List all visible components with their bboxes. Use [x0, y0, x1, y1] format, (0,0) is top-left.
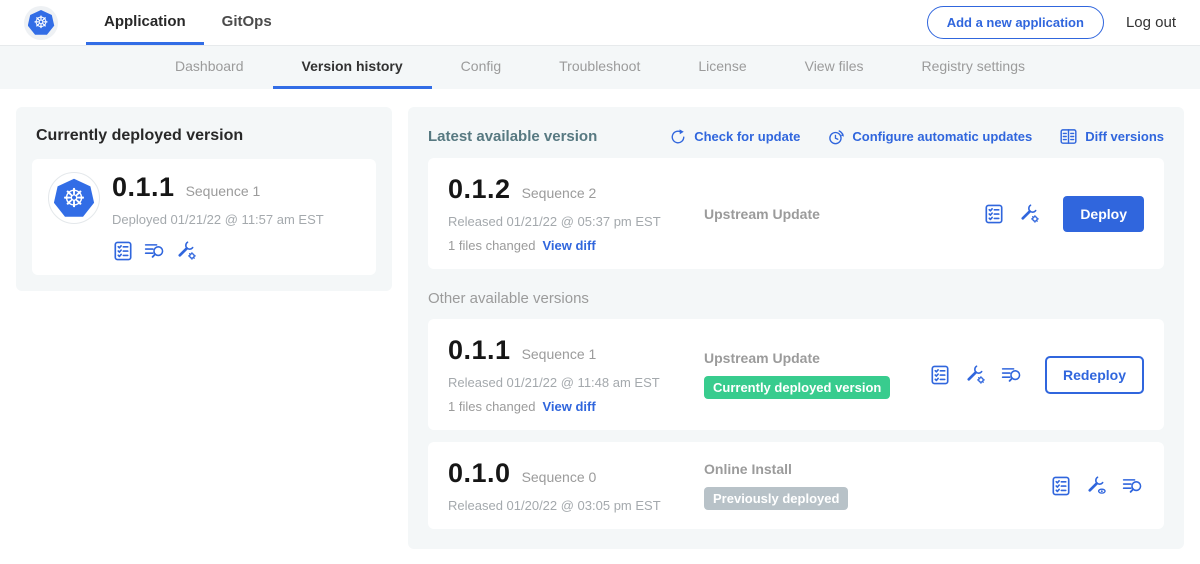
check-for-update-label: Check for update [694, 129, 800, 144]
latest-available-title: Latest available version [428, 128, 597, 145]
configure-automatic-updates-label: Configure automatic updates [852, 129, 1032, 144]
files-changed-label: 1 files changed [448, 399, 535, 414]
logout-button[interactable]: Log out [1126, 14, 1176, 31]
deployed-panel-title: Currently deployed version [36, 127, 372, 145]
deploy-logs-icon[interactable] [143, 240, 166, 261]
deploy-logs-icon[interactable] [1121, 475, 1144, 496]
app-header: ☸ Application GitOps Add a new applicati… [0, 0, 1200, 46]
version-number: 0.1.1 [448, 335, 511, 366]
released-timestamp: Released 01/21/22 @ 05:37 pm EST [448, 214, 704, 229]
version-history-panel: Latest available version Check for updat… [408, 107, 1184, 549]
config-wrench-icon[interactable] [1018, 202, 1041, 225]
configure-automatic-updates-link[interactable]: Configure automatic updates [827, 128, 1032, 146]
tab-gitops[interactable]: GitOps [204, 0, 290, 45]
subnav-license[interactable]: License [669, 46, 775, 89]
header-tabs: Application GitOps [86, 0, 290, 45]
kubernetes-logo: ☸ [24, 6, 58, 40]
subnav-view-files[interactable]: View files [776, 46, 893, 89]
header-right: Add a new application Log out [927, 0, 1176, 45]
released-timestamp: Released 01/21/22 @ 11:48 am EST [448, 375, 704, 390]
previously-deployed-badge: Previously deployed [704, 487, 848, 510]
deployed-version-card: ☸ 0.1.1 Sequence 1 Deployed 01/21/22 @ 1… [32, 159, 376, 275]
version-card-0-1-2: 0.1.2 Sequence 2 Released 01/21/22 @ 05:… [428, 158, 1164, 269]
currently-deployed-badge: Currently deployed version [704, 376, 890, 399]
main-content: Currently deployed version ☸ 0.1.1 Seque… [0, 89, 1200, 549]
refresh-icon [669, 128, 687, 146]
preflight-checklist-icon[interactable] [112, 240, 134, 262]
other-versions-title: Other available versions [428, 290, 1164, 307]
files-changed-label: 1 files changed [448, 238, 535, 253]
released-timestamp: Released 01/20/22 @ 03:05 pm EST [448, 498, 704, 513]
config-wrench-icon[interactable] [964, 363, 987, 386]
version-source-label: Upstream Update [704, 350, 929, 366]
tab-application[interactable]: Application [86, 0, 204, 45]
sequence-label: Sequence 2 [522, 185, 597, 201]
version-number: 0.1.0 [448, 458, 511, 489]
check-for-update-link[interactable]: Check for update [669, 128, 800, 146]
kubernetes-wheel-icon: ☸ [28, 10, 55, 36]
deployed-sequence-label: Sequence 1 [186, 183, 261, 199]
version-card-0-1-1: 0.1.1 Sequence 1 Released 01/21/22 @ 11:… [428, 319, 1164, 430]
view-diff-link[interactable]: View diff [542, 399, 595, 414]
deployed-version-number: 0.1.1 [112, 172, 175, 203]
version-source-label: Upstream Update [704, 206, 983, 222]
version-number: 0.1.2 [448, 174, 511, 205]
redeploy-button[interactable]: Redeploy [1045, 356, 1144, 394]
subnav-registry-settings[interactable]: Registry settings [893, 46, 1054, 89]
config-wrench-icon[interactable] [175, 239, 198, 262]
subnav-troubleshoot[interactable]: Troubleshoot [530, 46, 669, 89]
subnav-version-history[interactable]: Version history [273, 46, 432, 89]
preflight-checklist-icon[interactable] [929, 364, 951, 386]
deployed-timestamp: Deployed 01/21/22 @ 11:57 am EST [112, 212, 324, 227]
subnav-dashboard[interactable]: Dashboard [146, 46, 273, 89]
version-card-0-1-0: 0.1.0 Sequence 0 Released 01/20/22 @ 03:… [428, 442, 1164, 529]
deploy-logs-icon[interactable] [1000, 364, 1023, 385]
config-view-eye-icon[interactable] [1085, 474, 1108, 497]
sequence-label: Sequence 1 [522, 346, 597, 362]
preflight-checklist-icon[interactable] [1050, 475, 1072, 497]
diff-versions-link[interactable]: Diff versions [1059, 127, 1164, 146]
add-application-button[interactable]: Add a new application [927, 6, 1104, 39]
diff-versions-label: Diff versions [1085, 129, 1164, 144]
preflight-checklist-icon[interactable] [983, 203, 1005, 225]
app-subnav: Dashboard Version history Config Trouble… [0, 46, 1200, 89]
diff-icon [1059, 127, 1078, 146]
deploy-button[interactable]: Deploy [1063, 196, 1144, 232]
app-logo: ☸ [48, 172, 100, 224]
view-diff-link[interactable]: View diff [542, 238, 595, 253]
version-source-label: Online Install [704, 461, 1050, 477]
sequence-label: Sequence 0 [522, 469, 597, 485]
currently-deployed-panel: Currently deployed version ☸ 0.1.1 Seque… [16, 107, 392, 291]
kubernetes-wheel-icon: ☸ [54, 178, 95, 218]
subnav-config[interactable]: Config [432, 46, 530, 89]
schedule-icon [827, 128, 845, 146]
